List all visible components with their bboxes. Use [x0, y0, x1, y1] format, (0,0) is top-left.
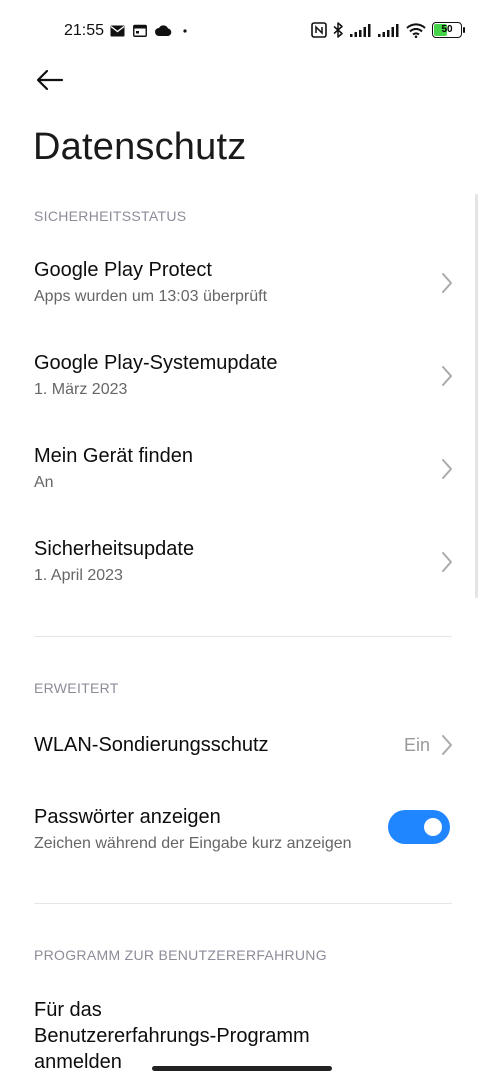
- chevron-right-icon: [442, 552, 452, 572]
- row-subtitle: 1. März 2023: [34, 381, 128, 398]
- toggle-knob: [424, 818, 442, 836]
- back-arrow-icon: [36, 69, 64, 91]
- divider: [34, 636, 452, 637]
- row-title-line: Benutzererfahrungs-Programm: [34, 1025, 310, 1047]
- row-title: WLAN-Sondierungsschutz: [34, 734, 269, 756]
- row-subtitle: 1. April 2023: [34, 567, 123, 584]
- wifi-icon: [406, 22, 426, 38]
- bluetooth-icon: [333, 22, 343, 38]
- show-passwords-toggle[interactable]: [388, 810, 450, 844]
- row-mein-geraet-finden[interactable]: Mein Gerät finden An: [0, 432, 486, 520]
- signal-icon: [350, 23, 371, 37]
- row-subtitle: An: [34, 474, 54, 491]
- signal-icon: [378, 23, 399, 37]
- chevron-right-icon: [442, 366, 452, 386]
- page-title: Datenschutz: [33, 126, 247, 168]
- row-title-line: anmelden: [34, 1051, 122, 1073]
- gesture-nav-handle[interactable]: [152, 1066, 332, 1071]
- status-system-icons: 50: [311, 22, 465, 38]
- status-time: 21:55: [64, 22, 105, 39]
- status-notification-icons: [110, 24, 190, 37]
- divider: [34, 903, 452, 904]
- dot-icon: [183, 28, 187, 33]
- section-header-security-status: SICHERHEITSSTATUS: [34, 208, 187, 224]
- row-passwoerter-anzeigen[interactable]: Passwörter anzeigen Zeichen während der …: [0, 792, 486, 872]
- mail-icon: [110, 25, 125, 36]
- row-title-line: Für das: [34, 999, 102, 1021]
- row-sicherheitsupdate[interactable]: Sicherheitsupdate 1. April 2023: [0, 525, 486, 613]
- battery-icon: 50: [432, 22, 465, 38]
- row-subtitle: Zeichen während der Eingabe kurz anzeige…: [34, 835, 352, 852]
- section-header-advanced: ERWEITERT: [34, 680, 119, 696]
- chevron-right-icon: [442, 273, 452, 293]
- row-google-play-protect[interactable]: Google Play Protect Apps wurden um 13:03…: [0, 246, 486, 334]
- status-bar: 21:55 50: [0, 0, 486, 64]
- chevron-right-icon: [442, 459, 452, 479]
- back-button[interactable]: [28, 62, 72, 98]
- chevron-right-icon: [442, 735, 452, 755]
- row-value: Ein: [403, 735, 430, 755]
- battery-level: 50: [441, 24, 453, 35]
- row-wlan-sondierungsschutz[interactable]: WLAN-Sondierungsschutz Ein: [0, 718, 486, 772]
- cloud-icon: [155, 25, 172, 36]
- nfc-icon: [311, 22, 327, 38]
- row-title: Sicherheitsupdate: [34, 538, 195, 560]
- row-subtitle: Apps wurden um 13:03 überprüft: [34, 288, 268, 305]
- section-header-ux-program: PROGRAMM ZUR BENUTZERERFAHRUNG: [34, 947, 327, 963]
- row-google-play-systemupdate[interactable]: Google Play-Systemupdate 1. März 2023: [0, 339, 486, 427]
- row-title: Google Play Protect: [34, 259, 212, 281]
- row-title: Passwörter anzeigen: [34, 806, 221, 828]
- row-title: Google Play-Systemupdate: [34, 352, 278, 374]
- calendar-icon: [133, 24, 147, 37]
- row-title: Mein Gerät finden: [34, 445, 193, 467]
- scrollbar[interactable]: [475, 194, 478, 598]
